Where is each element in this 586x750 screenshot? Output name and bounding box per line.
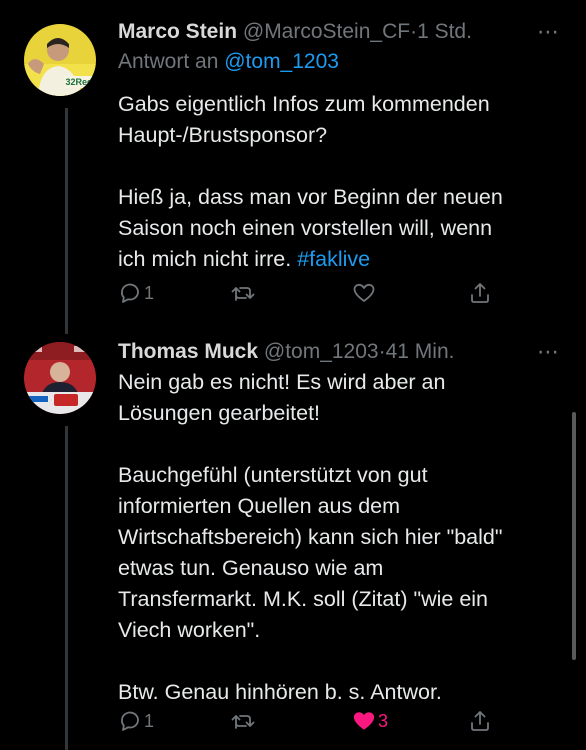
timestamp[interactable]: 1 Std.: [417, 20, 472, 43]
reply-to-prefix: Antwort an: [118, 50, 225, 73]
reply-count: 1: [144, 282, 155, 303]
share-button[interactable]: [468, 278, 492, 308]
heart-filled-icon: [353, 712, 375, 730]
scrollbar[interactable]: [572, 412, 576, 660]
hashtag-link[interactable]: #faklive: [297, 247, 370, 271]
tweet-text: Nein gab es nicht! Es wird aber an Lösun…: [118, 367, 558, 708]
like-count: 3: [378, 710, 389, 731]
retweet-button[interactable]: [230, 278, 258, 308]
tweet-actions: 1: [118, 278, 508, 308]
reply-to-mention[interactable]: @tom_1203: [224, 50, 339, 73]
reply-icon: [121, 283, 139, 303]
more-options-icon[interactable]: ⋯: [537, 341, 560, 363]
tweet-thomas-muck[interactable]: Thomas Muck @tom_1203·41 Min. ⋯ Nein gab…: [0, 338, 586, 750]
author-name[interactable]: Thomas Muck: [118, 340, 258, 363]
like-button[interactable]: 3: [352, 706, 388, 736]
share-icon: [471, 283, 489, 303]
reply-count: 1: [144, 710, 155, 731]
tweet-text: Gabs eigentlich Infos zum kommenden Haup…: [118, 89, 558, 275]
heart-icon: [353, 283, 375, 302]
more-options-icon[interactable]: ⋯: [537, 21, 560, 43]
tweet-text-main: Gabs eigentlich Infos zum kommenden Haup…: [118, 92, 503, 271]
tweet-actions: 1 3: [118, 706, 508, 736]
author-name[interactable]: Marco Stein: [118, 20, 237, 43]
share-button[interactable]: [468, 706, 492, 736]
avatar-badge-text: 32Red: [65, 77, 92, 87]
avatar-image-icon: [24, 342, 96, 414]
avatar[interactable]: [24, 342, 96, 414]
separator-dot: ·: [378, 340, 386, 363]
retweet-icon: [231, 715, 255, 729]
tweet-marco-stein[interactable]: 32Red Marco Stein @MarcoStein_CF·1 Std. …: [0, 18, 586, 318]
reply-button[interactable]: 1: [118, 706, 154, 736]
tweet-text-main: Nein gab es nicht! Es wird aber an Lösun…: [118, 370, 503, 704]
tweet-header: Marco Stein @MarcoStein_CF·1 Std.: [118, 18, 566, 46]
like-button[interactable]: [352, 278, 378, 308]
retweet-button[interactable]: [230, 706, 258, 736]
reply-icon: [121, 711, 139, 731]
author-handle[interactable]: @tom_1203: [264, 340, 379, 363]
avatar[interactable]: 32Red: [24, 24, 96, 96]
reply-button[interactable]: 1: [118, 278, 154, 308]
tweet-header: Thomas Muck @tom_1203·41 Min.: [118, 338, 566, 366]
timestamp[interactable]: 41 Min.: [386, 340, 455, 363]
avatar-image-icon: 32Red: [24, 24, 96, 96]
share-icon: [471, 711, 489, 731]
retweet-icon: [231, 287, 255, 301]
author-handle[interactable]: @MarcoStein_CF: [243, 20, 410, 43]
reply-to-line: Antwort an @tom_1203: [118, 48, 339, 76]
